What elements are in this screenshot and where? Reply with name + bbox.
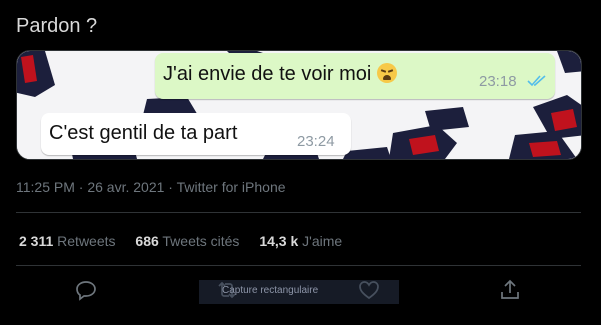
reply-icon[interactable] (74, 278, 98, 302)
incoming-message-bubble: C'est gentil de ta part 23:24 (41, 113, 351, 155)
share-icon[interactable] (498, 278, 522, 302)
likes-stat[interactable]: 14,3 k J'aime (259, 233, 342, 249)
quotes-stat[interactable]: 686 Tweets cités (135, 233, 239, 249)
divider (16, 212, 581, 213)
quotes-label: Tweets cités (162, 233, 240, 249)
tweet-stats: 2 311 Retweets 686 Tweets cités 14,3 k J… (19, 233, 358, 249)
outgoing-message-text: J'ai envie de te voir moi (163, 63, 398, 86)
incoming-message-text: C'est gentil de ta part (49, 122, 238, 144)
quotes-count: 686 (135, 233, 159, 249)
weary-face-emoji (377, 63, 398, 83)
retweets-count: 2 311 (19, 233, 54, 249)
tweet-media-image[interactable]: J'ai envie de te voir moi 23:18 C'est ge… (16, 50, 582, 160)
incoming-message-time: 23:24 (297, 133, 335, 150)
outgoing-message-bubble: J'ai envie de te voir moi 23:18 (155, 53, 555, 99)
tweet-text: Pardon ? (16, 15, 98, 37)
retweets-stat[interactable]: 2 311 Retweets (19, 233, 116, 249)
screen-capture-label: Capture rectangulaire (222, 285, 319, 296)
likes-label: J'aime (302, 233, 343, 249)
retweets-label: Retweets (57, 233, 116, 249)
likes-count: 14,3 k (259, 233, 299, 249)
outgoing-message-time: 23:18 (479, 73, 517, 90)
read-receipt-icon (527, 75, 546, 87)
tweet-metadata: 11:25 PM · 26 avr. 2021 · Twitter for iP… (16, 179, 286, 195)
divider (16, 265, 581, 266)
